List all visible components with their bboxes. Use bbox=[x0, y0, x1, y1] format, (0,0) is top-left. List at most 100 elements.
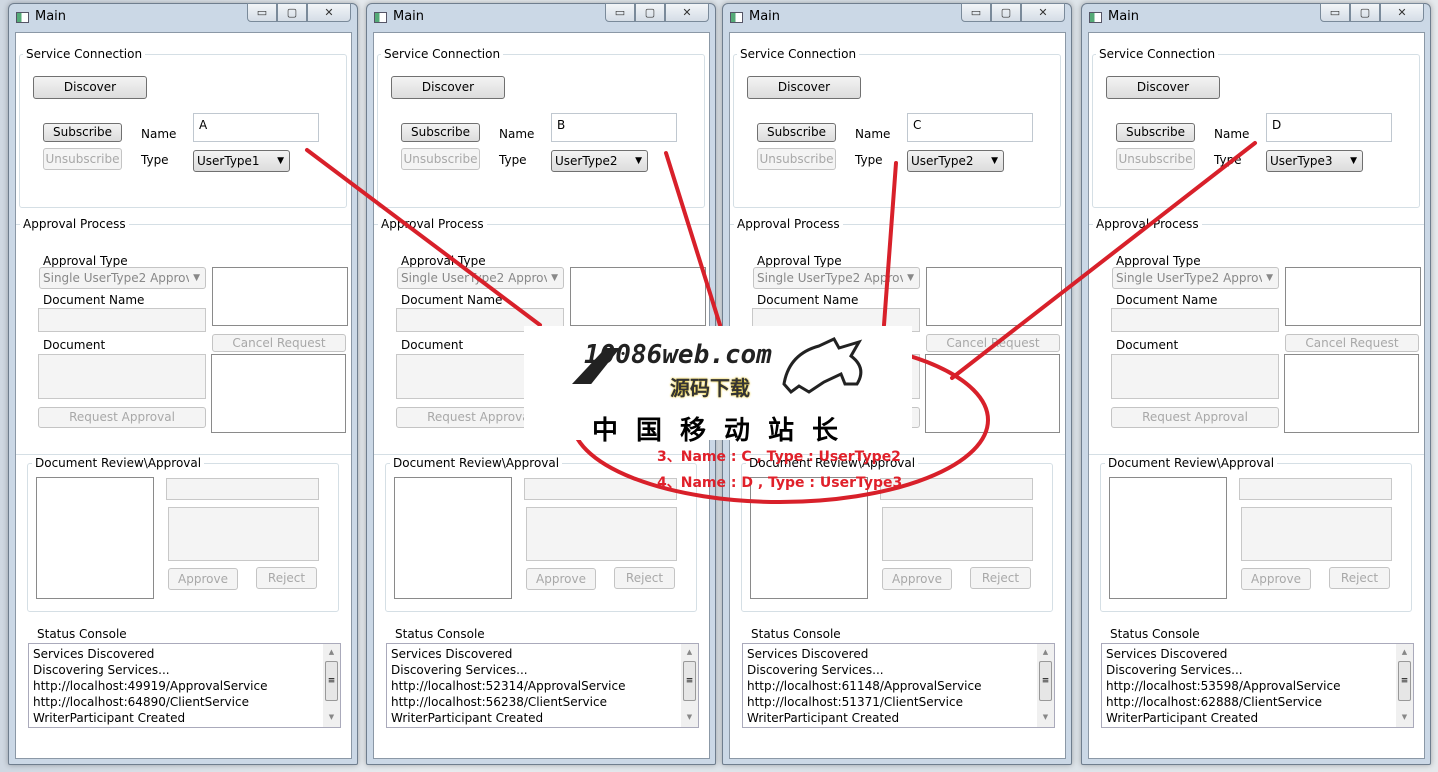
maximize-button[interactable]: ▢ bbox=[277, 3, 307, 22]
cancel-request-button[interactable]: Cancel Request bbox=[212, 334, 346, 352]
approval-type-select[interactable]: Single UserType2 Approv ▼ bbox=[753, 267, 920, 289]
name-input[interactable]: B bbox=[551, 113, 677, 142]
status-console[interactable]: Services Discovered Discovering Services.… bbox=[386, 643, 699, 728]
approvers-list[interactable] bbox=[926, 267, 1062, 326]
scroll-down-icon[interactable]: ▼ bbox=[323, 709, 340, 725]
review-content-input[interactable] bbox=[1241, 507, 1392, 561]
requests-list[interactable] bbox=[925, 354, 1060, 433]
maximize-button[interactable]: ▢ bbox=[635, 3, 665, 22]
scroll-up-icon[interactable]: ▲ bbox=[681, 644, 698, 660]
requests-list[interactable] bbox=[1284, 354, 1419, 433]
scrollbar-thumb[interactable]: ≡ bbox=[325, 661, 338, 701]
discover-button[interactable]: Discover bbox=[747, 76, 861, 99]
status-console[interactable]: Services Discovered Discovering Services.… bbox=[1101, 643, 1414, 728]
review-content-input[interactable] bbox=[882, 507, 1033, 561]
discover-button[interactable]: Discover bbox=[391, 76, 505, 99]
subscribe-button[interactable]: Subscribe bbox=[757, 123, 836, 142]
document-input[interactable] bbox=[38, 354, 206, 399]
scroll-up-icon[interactable]: ▲ bbox=[1396, 644, 1413, 660]
review-name-input[interactable] bbox=[166, 478, 319, 500]
review-documents-list[interactable] bbox=[1109, 477, 1227, 599]
status-console[interactable]: Services Discovered Discovering Services.… bbox=[28, 643, 341, 728]
close-button[interactable]: ✕ bbox=[307, 3, 351, 22]
approve-button[interactable]: Approve bbox=[526, 568, 596, 590]
review-documents-list[interactable] bbox=[36, 477, 154, 599]
subscribe-button[interactable]: Subscribe bbox=[43, 123, 122, 142]
minimize-button[interactable]: ▭ bbox=[247, 3, 277, 22]
status-console[interactable]: Services Discovered Discovering Services.… bbox=[742, 643, 1055, 728]
minimize-button[interactable]: ▭ bbox=[605, 3, 635, 22]
scroll-up-icon[interactable]: ▲ bbox=[1037, 644, 1054, 660]
approvers-list[interactable] bbox=[570, 267, 706, 326]
console-scrollbar[interactable]: ▲ ≡ ▼ bbox=[681, 644, 698, 727]
reject-button[interactable]: Reject bbox=[1329, 567, 1390, 589]
unsubscribe-button[interactable]: Unsubscribe bbox=[1116, 148, 1195, 170]
approve-button[interactable]: Approve bbox=[882, 568, 952, 590]
close-button[interactable]: ✕ bbox=[1380, 3, 1424, 22]
document-name-input[interactable] bbox=[38, 308, 206, 332]
close-button[interactable]: ✕ bbox=[665, 3, 709, 22]
approval-type-select[interactable]: Single UserType2 Approv ▼ bbox=[397, 267, 564, 289]
name-input[interactable]: A bbox=[193, 113, 319, 142]
main-window: Main ▭ ▢ ✕ Service Connection Discover S… bbox=[1081, 3, 1431, 765]
rhino-icon bbox=[782, 337, 863, 395]
scroll-down-icon[interactable]: ▼ bbox=[1396, 709, 1413, 725]
unsubscribe-button[interactable]: Unsubscribe bbox=[757, 148, 836, 170]
requests-list[interactable] bbox=[211, 354, 346, 433]
console-line: WriterParticipant Created bbox=[747, 711, 900, 725]
logo-subtitle: 源码下载 bbox=[670, 376, 750, 400]
review-name-input[interactable] bbox=[1239, 478, 1392, 500]
scrollbar-thumb[interactable]: ≡ bbox=[683, 661, 696, 701]
console-scrollbar[interactable]: ▲ ≡ ▼ bbox=[323, 644, 340, 727]
scrollbar-thumb[interactable]: ≡ bbox=[1398, 661, 1411, 701]
review-documents-list[interactable] bbox=[394, 477, 512, 599]
cancel-request-button[interactable]: Cancel Request bbox=[926, 334, 1060, 352]
document-name-input[interactable] bbox=[1111, 308, 1279, 332]
scroll-down-icon[interactable]: ▼ bbox=[681, 709, 698, 725]
minimize-button[interactable]: ▭ bbox=[961, 3, 991, 22]
scrollbar-thumb[interactable]: ≡ bbox=[1039, 661, 1052, 701]
console-scrollbar[interactable]: ▲ ≡ ▼ bbox=[1396, 644, 1413, 727]
console-line: Discovering Services... bbox=[33, 663, 170, 677]
approval-type-select[interactable]: Single UserType2 Approv ▼ bbox=[39, 267, 206, 289]
request-approval-button[interactable]: Request Approval bbox=[1111, 407, 1279, 428]
review-content-input[interactable] bbox=[168, 507, 319, 561]
request-approval-button[interactable]: Request Approval bbox=[38, 407, 206, 428]
discover-button[interactable]: Discover bbox=[1106, 76, 1220, 99]
reject-button[interactable]: Reject bbox=[614, 567, 675, 589]
approvers-list[interactable] bbox=[212, 267, 348, 326]
reject-button[interactable]: Reject bbox=[256, 567, 317, 589]
review-documents-list[interactable] bbox=[750, 477, 868, 599]
type-select[interactable]: UserType2 ▼ bbox=[551, 150, 648, 172]
type-select[interactable]: UserType1 ▼ bbox=[193, 150, 290, 172]
close-button[interactable]: ✕ bbox=[1021, 3, 1065, 22]
reject-button[interactable]: Reject bbox=[970, 567, 1031, 589]
approve-button[interactable]: Approve bbox=[1241, 568, 1311, 590]
name-input[interactable]: D bbox=[1266, 113, 1392, 142]
review-name-input[interactable] bbox=[524, 478, 677, 500]
unsubscribe-button[interactable]: Unsubscribe bbox=[43, 148, 122, 170]
group-label: Service Connection bbox=[737, 47, 860, 61]
review-name-input[interactable] bbox=[880, 478, 1033, 500]
scroll-down-icon[interactable]: ▼ bbox=[1037, 709, 1054, 725]
scroll-up-icon[interactable]: ▲ bbox=[323, 644, 340, 660]
subscribe-button[interactable]: Subscribe bbox=[1116, 123, 1195, 142]
cancel-request-button[interactable]: Cancel Request bbox=[1285, 334, 1419, 352]
type-select[interactable]: UserType3 ▼ bbox=[1266, 150, 1363, 172]
maximize-button[interactable]: ▢ bbox=[991, 3, 1021, 22]
minimize-button[interactable]: ▭ bbox=[1320, 3, 1350, 22]
subscribe-button[interactable]: Subscribe bbox=[401, 123, 480, 142]
type-select[interactable]: UserType2 ▼ bbox=[907, 150, 1004, 172]
window-title: Main bbox=[749, 9, 781, 24]
console-line: Discovering Services... bbox=[391, 663, 528, 677]
maximize-button[interactable]: ▢ bbox=[1350, 3, 1380, 22]
unsubscribe-button[interactable]: Unsubscribe bbox=[401, 148, 480, 170]
console-scrollbar[interactable]: ▲ ≡ ▼ bbox=[1037, 644, 1054, 727]
review-content-input[interactable] bbox=[526, 507, 677, 561]
name-input[interactable]: C bbox=[907, 113, 1033, 142]
approval-type-select[interactable]: Single UserType2 Approv ▼ bbox=[1112, 267, 1279, 289]
approvers-list[interactable] bbox=[1285, 267, 1421, 326]
approve-button[interactable]: Approve bbox=[168, 568, 238, 590]
document-input[interactable] bbox=[1111, 354, 1279, 399]
discover-button[interactable]: Discover bbox=[33, 76, 147, 99]
